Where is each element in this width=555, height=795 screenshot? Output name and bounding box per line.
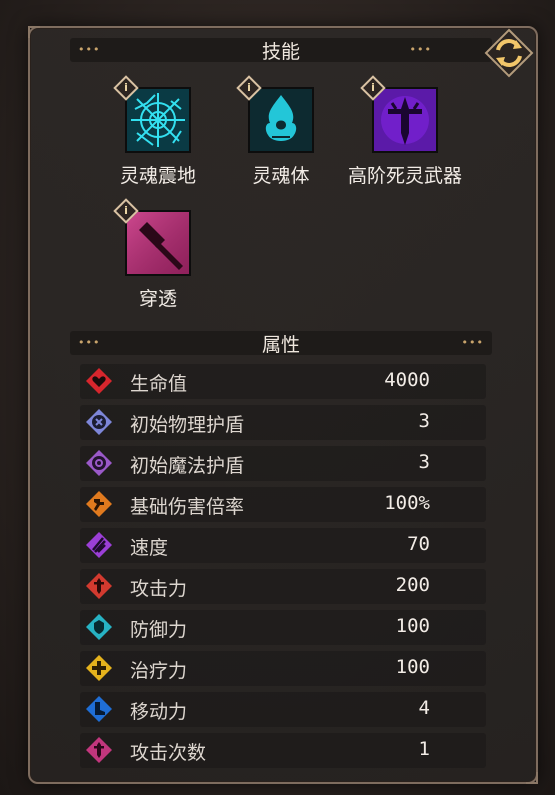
speed-icon bbox=[86, 532, 112, 558]
attr-label: 治疗力 bbox=[130, 660, 188, 682]
attr-row-physical-shield: 初始物理护盾 3 bbox=[80, 405, 486, 440]
attr-label: 基础伤害倍率 bbox=[130, 496, 245, 518]
attr-row-hp: 生命值 4000 bbox=[80, 364, 486, 399]
magic-shield-icon bbox=[86, 450, 112, 476]
physical-shield-icon bbox=[86, 409, 112, 435]
skill-pierce[interactable]: i 穿透 bbox=[83, 198, 233, 311]
attr-value: 100 bbox=[395, 656, 430, 678]
attr-label: 初始魔法护盾 bbox=[130, 455, 245, 477]
attr-value: 4000 bbox=[384, 369, 430, 391]
pierce-icon: i bbox=[113, 198, 191, 276]
header-dots: ••• bbox=[78, 43, 101, 56]
swap-icon bbox=[484, 28, 534, 78]
skill-name: 穿透 bbox=[138, 288, 177, 310]
necro-weapon-icon: i bbox=[360, 75, 438, 153]
attr-value: 200 bbox=[395, 574, 430, 596]
heal-icon bbox=[86, 655, 112, 681]
attributes-header: ••• 属性 ••• bbox=[70, 331, 492, 356]
attr-row-heal: 治疗力 100 bbox=[80, 651, 486, 686]
attr-row-move: 移动力 4 bbox=[80, 692, 486, 727]
attr-label: 速度 bbox=[130, 537, 169, 559]
attr-value: 1 bbox=[418, 738, 430, 760]
attr-label: 生命值 bbox=[130, 373, 188, 395]
attr-value: 4 bbox=[418, 697, 430, 719]
skill-name: 高阶死灵武器 bbox=[347, 165, 462, 187]
attr-row-attack-count: 攻击次数 1 bbox=[80, 733, 486, 768]
attr-row-magic-shield: 初始魔法护盾 3 bbox=[80, 446, 486, 481]
attr-value: 70 bbox=[407, 533, 430, 555]
attack-icon bbox=[86, 573, 112, 599]
skills-title: 技能 bbox=[261, 40, 300, 63]
attr-row-attack: 攻击力 200 bbox=[80, 569, 486, 604]
header-dots: ••• bbox=[409, 43, 432, 56]
attr-label: 防御力 bbox=[130, 619, 188, 641]
attr-label: 初始物理护盾 bbox=[130, 414, 245, 436]
header-dots: ••• bbox=[461, 336, 484, 349]
attributes-title: 属性 bbox=[261, 333, 300, 356]
panel-corner bbox=[28, 26, 40, 38]
attr-value: 100 bbox=[395, 615, 430, 637]
attr-row-damage-rate: 基础伤害倍率 100% bbox=[80, 487, 486, 522]
attr-value: 100% bbox=[384, 492, 430, 514]
attack-count-icon bbox=[86, 737, 112, 763]
skills-header: ••• 技能 ••• bbox=[70, 38, 492, 63]
attr-value: 3 bbox=[418, 410, 430, 432]
panel-corner bbox=[526, 772, 538, 784]
attr-value: 3 bbox=[418, 451, 430, 473]
swap-button[interactable] bbox=[484, 28, 534, 78]
skill-necro-weapon[interactable]: i 高阶死灵武器 bbox=[330, 75, 480, 188]
soul-body-icon: i bbox=[236, 75, 314, 153]
damage-rate-icon bbox=[86, 491, 112, 517]
attr-row-speed: 速度 70 bbox=[80, 528, 486, 563]
attr-row-defense: 防御力 100 bbox=[80, 610, 486, 645]
soul-quake-icon: i bbox=[113, 75, 191, 153]
header-dots: ••• bbox=[78, 336, 101, 349]
move-icon bbox=[86, 696, 112, 722]
attr-label: 攻击次数 bbox=[130, 742, 207, 764]
defense-icon bbox=[86, 614, 112, 640]
attr-label: 攻击力 bbox=[130, 578, 188, 600]
attr-label: 移动力 bbox=[130, 701, 188, 723]
heart-icon bbox=[86, 368, 112, 394]
